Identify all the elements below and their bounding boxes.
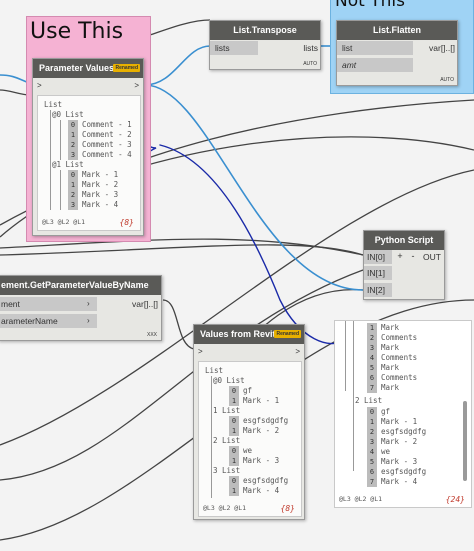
- tree-item: 7 Mark - 4: [367, 477, 417, 487]
- output-port-lists[interactable]: lists: [303, 41, 318, 55]
- tree-item: 3 Mark - 2: [367, 437, 417, 447]
- node-title: List.Transpose: [210, 21, 320, 40]
- input-port-amt[interactable]: amt: [337, 58, 413, 72]
- tree-item: 0 gf: [229, 386, 252, 396]
- list-levels[interactable]: @L3 @L2 @L1: [203, 504, 246, 512]
- output-arrow[interactable]: >: [295, 347, 300, 356]
- tree-item: 0 Mark - 1: [68, 170, 118, 180]
- tree-item: 1 Mark - 1: [229, 396, 279, 406]
- group-title: Not This: [335, 0, 405, 11]
- node-list-transpose[interactable]: List.Transpose lists lists AUTO: [209, 20, 321, 70]
- tree-list: 2 List: [355, 396, 383, 405]
- node-title: Parameter Values Renamed: [33, 59, 143, 78]
- list-levels[interactable]: @L3 @L2 @L1: [42, 218, 85, 226]
- tree-item: 2 Comments: [367, 333, 417, 343]
- tree-item: 5 Mark: [367, 363, 399, 373]
- tree-root: List: [44, 100, 63, 109]
- output-port-var[interactable]: var[]..[]: [429, 41, 455, 55]
- tree-item: 3 Comment - 4: [68, 150, 132, 160]
- node-get-parameter-value[interactable]: ement.GetParameterValueByName ment › ara…: [0, 275, 162, 341]
- group-title: Use This: [30, 19, 124, 44]
- input-port-parametername[interactable]: arameterName: [0, 314, 97, 328]
- lacing-label: XXX: [146, 332, 157, 338]
- output-arrow[interactable]: >: [134, 81, 139, 90]
- add-input-button[interactable]: +: [394, 251, 406, 261]
- tree-item: 1 Mark - 4: [229, 486, 279, 496]
- watch-preview[interactable]: List @0 List 0 Comment - 1 1 Comment - 2 2…: [37, 95, 141, 231]
- node-python-script[interactable]: Python Script IN[0] + - OUT IN[1] IN[2]: [363, 230, 445, 300]
- remove-input-button[interactable]: -: [408, 251, 418, 261]
- tree-list: 1 List: [213, 406, 241, 415]
- input-port-lists[interactable]: lists: [210, 41, 258, 55]
- item-count: {8}: [119, 218, 134, 227]
- tree-item: 6 esgfsdgdfg: [367, 467, 426, 477]
- tree-item: 3 Mark: [367, 343, 399, 353]
- tree-list: 2 List: [213, 436, 241, 445]
- input-port-element[interactable]: ment: [0, 297, 97, 311]
- output-port-out[interactable]: OUT: [423, 250, 441, 264]
- chevron-right-icon: ›: [87, 316, 90, 325]
- node-title: Values from Revit Renamed: [194, 325, 304, 344]
- tree-item: 2 Comment - 3: [68, 140, 132, 150]
- tree-list: 3 List: [213, 466, 241, 475]
- tree-item: 1 Mark - 3: [229, 456, 279, 466]
- tree-root: List: [205, 366, 224, 375]
- tree-item: 0 Comment - 1: [68, 120, 132, 130]
- node-title: List.Flatten: [337, 21, 457, 40]
- tree-item: 4 we: [367, 447, 390, 457]
- tree-item: 1 Mark: [367, 323, 399, 333]
- wire-selected: [144, 84, 364, 291]
- tree-item: 0 esgfsdgdfg: [229, 476, 288, 486]
- input-arrow[interactable]: >: [37, 81, 42, 90]
- input-port-in0[interactable]: IN[0]: [364, 250, 392, 264]
- tree-item: 0 gf: [367, 407, 390, 417]
- tree-item: 2 Mark - 3: [68, 190, 118, 200]
- item-count: {8}: [280, 504, 295, 513]
- tree-list: @0 List: [52, 110, 84, 119]
- node-values-from-revit[interactable]: Values from Revit Renamed > > List @0 Li…: [193, 324, 305, 520]
- tree-item: 1 Mark - 2: [68, 180, 118, 190]
- node-list-flatten[interactable]: List.Flatten list amt var[]..[] AUTO: [336, 20, 458, 86]
- renamed-badge: Renamed: [113, 64, 140, 72]
- tree-item: 3 Mark - 4: [68, 200, 118, 210]
- tree-list: @1 List: [52, 160, 84, 169]
- tree-item: 4 Comments: [367, 353, 417, 363]
- lacing-label: AUTO: [440, 77, 454, 83]
- input-port-in1[interactable]: IN[1]: [364, 266, 392, 280]
- tree-item: 1 Comment - 2: [68, 130, 132, 140]
- input-port-in2[interactable]: IN[2]: [364, 283, 392, 297]
- renamed-badge: Renamed: [274, 330, 301, 338]
- tree-item: 7 Mark: [367, 383, 399, 393]
- chevron-right-icon: ›: [87, 299, 90, 308]
- tree-item: 1 Mark - 2: [229, 426, 279, 436]
- tree-item: 0 esgfsdgdfg: [229, 416, 288, 426]
- tree-item: 2 esgfsdgdfg: [367, 427, 426, 437]
- output-port-var[interactable]: var[]..[]: [132, 297, 158, 311]
- lacing-label: AUTO: [303, 61, 317, 67]
- list-levels[interactable]: @L3 @L2 @L1: [339, 495, 382, 503]
- item-count: {24}: [445, 495, 465, 504]
- wire: [149, 19, 211, 36]
- node-title: ement.GetParameterValueByName: [0, 276, 161, 295]
- scrollbar[interactable]: [463, 401, 467, 481]
- tree-item: 0 we: [229, 446, 252, 456]
- node-title: Python Script: [364, 231, 444, 250]
- tree-list: @0 List: [213, 376, 245, 385]
- watch-preview-bubble[interactable]: 1 Mark 2 Comments 3 Mark 4 Comments 5 Mark 6C…: [334, 320, 472, 508]
- wire-selected: [144, 45, 211, 86]
- input-port-list[interactable]: list: [337, 41, 413, 55]
- input-arrow[interactable]: >: [198, 347, 203, 356]
- watch-preview[interactable]: List @0 List 0 gf 1 Mark - 1 1 List 0 esgfs…: [198, 361, 302, 517]
- tree-item: 6 Comments: [367, 373, 417, 383]
- tree-item: 5 Mark - 3: [367, 457, 417, 467]
- tree-item: 1 Mark - 1: [367, 417, 417, 427]
- node-parameter-values[interactable]: Parameter Values Renamed > > List @0 Lis…: [32, 58, 144, 236]
